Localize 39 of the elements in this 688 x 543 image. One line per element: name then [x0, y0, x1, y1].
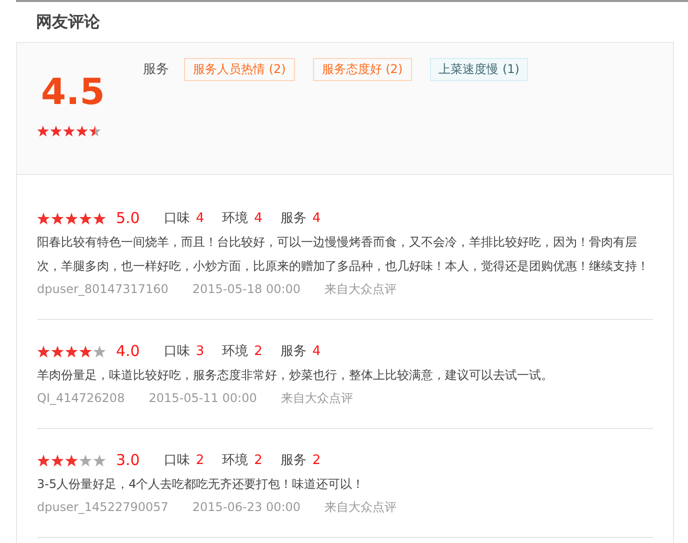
rating-label: 服务	[280, 452, 306, 469]
rating-label: 服务	[280, 210, 306, 227]
review-date: 2015-06-23 00:00	[192, 499, 301, 516]
rating-value: 4	[254, 210, 262, 226]
review-tag[interactable]: 服务态度好 (2)	[312, 58, 412, 80]
rating-value: 4	[196, 210, 204, 226]
rating-value: 4	[312, 210, 321, 226]
rating-value: 2	[254, 344, 262, 358]
review-text: 阳春比较有特色一间烧羊，而且！台比较好，可以一边慢慢烤香而食，又不会冷，羊排比较好吃，因为！骨肉有层次，羊腿多肉，也一样好吃，小炒方面，比原来的赠加了多品种，也几好味！本人，觉得还是团购优惠！继续支持！	[37, 234, 650, 275]
rating-label: 环境	[222, 452, 248, 469]
review-date: 2015-05-11 00:00	[148, 390, 257, 407]
rating-value: 3	[196, 344, 204, 358]
review-date: 2015-05-18 00:00	[192, 281, 301, 298]
rating-label: 环境	[222, 210, 248, 227]
review-source: 来自大众点评	[280, 390, 353, 407]
review-text: 羊肉份量足，味道比较好吃，服务态度非常好，炒菜也行，整体上比较满意，建议可以去试一试。	[37, 367, 554, 384]
review-tag[interactable]: 上菜速度慢 (1)	[430, 58, 528, 80]
rating-label: 口味	[164, 343, 190, 360]
tag-group-label: 服务	[143, 61, 169, 78]
rating-label: 服务	[280, 343, 306, 360]
review-score: 3.0	[116, 451, 140, 469]
review-score: 5.0	[116, 209, 140, 227]
review-source: 来自大众点评	[324, 499, 397, 516]
username: dpuser_80147317160	[37, 281, 168, 298]
review-source: 来自大众点评	[324, 281, 397, 298]
rating-value: 2	[196, 452, 204, 468]
section-title: 网友评论	[35, 11, 101, 33]
average-score: 4.5	[40, 71, 106, 115]
rating-label: 口味	[164, 210, 190, 227]
username: QI_414726208	[37, 390, 125, 407]
username: dpuser_14522790057	[37, 499, 168, 516]
review-tag[interactable]: 服务人员热情 (2)	[184, 58, 295, 80]
rating-value: 2	[312, 452, 321, 468]
review-score: 4.0	[116, 342, 140, 360]
rating-value: 2	[254, 452, 262, 468]
review-text: 3-5人份量好足，4个人去吃都吃无齐还要打包！味道还可以！	[37, 476, 366, 493]
rating-value: 4	[312, 344, 321, 358]
rating-label: 环境	[222, 343, 248, 360]
rating-label: 口味	[164, 452, 190, 469]
